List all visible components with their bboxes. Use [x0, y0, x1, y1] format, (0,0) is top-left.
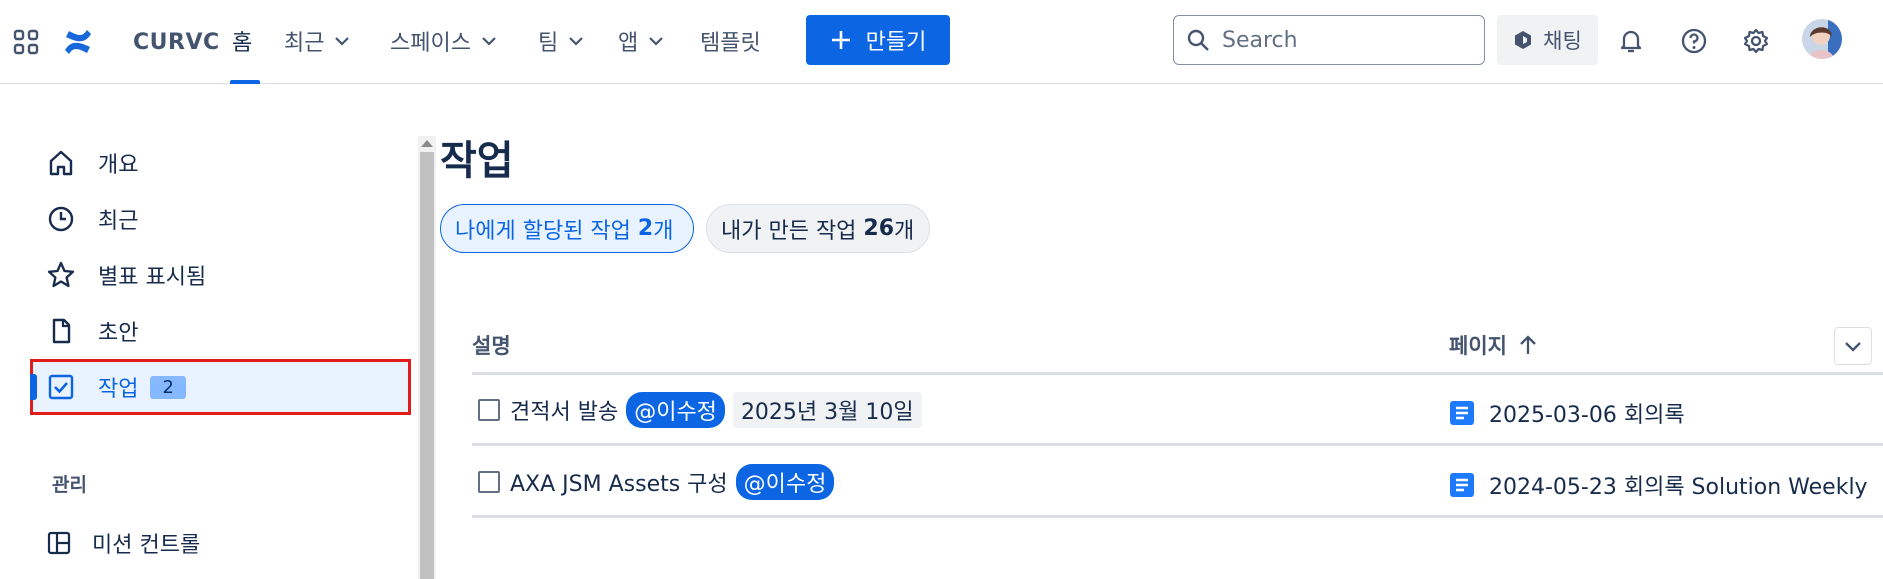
- sidebar-item-label: 개요: [98, 153, 139, 178]
- filter-count: 2: [637, 216, 654, 241]
- sidebar-item-label: 작업: [98, 377, 139, 402]
- sidebar-item-drafts[interactable]: 초안: [46, 308, 138, 354]
- chat-button-label: 채팅: [1543, 29, 1582, 53]
- page-title: 작업: [440, 138, 514, 184]
- nav-teams[interactable]: 팀: [538, 20, 584, 62]
- nav-templates[interactable]: 템플릿: [700, 20, 761, 62]
- clock-icon: [48, 206, 74, 232]
- draft-page-icon: [52, 318, 71, 344]
- top-navigation-bar: CURVC 홈 최근 스페이스 팀 앱 템플릿 만들기 Search 채팅: [0, 0, 1883, 84]
- scroll-up-arrow-icon[interactable]: [421, 140, 433, 147]
- column-options-button[interactable]: [1834, 327, 1872, 365]
- nav-home[interactable]: 홈: [232, 20, 252, 62]
- sidebar-active-indicator: [30, 374, 37, 400]
- sidebar-item-recent[interactable]: 최근: [46, 196, 138, 242]
- chevron-down-icon: [335, 37, 350, 46]
- rovo-icon: [1515, 31, 1532, 49]
- chevron-down-icon: [649, 37, 664, 46]
- nav-recent-label: 최근: [284, 31, 325, 56]
- site-name[interactable]: CURVC: [133, 26, 220, 58]
- filter-label: 내가 만든 작업: [721, 218, 864, 244]
- row-divider: [472, 443, 1883, 446]
- notifications-button[interactable]: [1612, 22, 1650, 60]
- sidebar-item-label: 미션 컨트롤: [92, 533, 201, 558]
- filter-suffix: 개: [653, 218, 674, 244]
- nav-recent[interactable]: 최근: [284, 20, 350, 62]
- chevron-down-icon: [569, 37, 584, 46]
- bell-icon: [1620, 30, 1642, 53]
- search-input[interactable]: [1222, 27, 1472, 53]
- page-link-label: 2024-05-23 회의록 Solution Weekly: [1489, 475, 1868, 500]
- confluence-logo-icon[interactable]: [62, 26, 94, 58]
- nav-spaces[interactable]: 스페이스: [390, 20, 497, 62]
- sidebar-item-label: 초안: [98, 321, 139, 346]
- mention-chip[interactable]: @이수정: [626, 392, 725, 428]
- filter-label: 나에게 할당된 작업: [455, 218, 638, 244]
- create-button-label: 만들기: [865, 30, 927, 55]
- chevron-down-icon: [482, 37, 496, 46]
- page-document-icon: [1450, 473, 1474, 497]
- table-header-divider: [472, 372, 1883, 375]
- nav-spaces-label: 스페이스: [390, 31, 471, 56]
- home-icon: [49, 150, 73, 176]
- search-icon: [1187, 29, 1209, 51]
- task-checkbox-icon: [48, 374, 74, 400]
- sidebar-item-mission-control[interactable]: 미션 컨트롤: [46, 520, 200, 566]
- layout-panel-icon: [47, 531, 71, 555]
- nav-apps-label: 앱: [618, 31, 639, 56]
- task-text: 견적서 발송: [510, 400, 619, 425]
- mention-chip[interactable]: @이수정: [735, 464, 835, 500]
- settings-button[interactable]: [1737, 22, 1775, 60]
- nav-home-label: 홈: [232, 31, 253, 56]
- column-header-page[interactable]: 페이지: [1449, 330, 1539, 360]
- gear-icon: [1743, 28, 1769, 54]
- sidebar-section-title: 관리: [52, 474, 87, 496]
- nav-templates-label: 템플릿: [700, 31, 761, 56]
- scrollbar-thumb[interactable]: [420, 152, 434, 579]
- column-header-description[interactable]: 설명: [472, 330, 511, 360]
- page-link[interactable]: 2024-05-23 회의록 Solution Weekly: [1449, 469, 1868, 501]
- column-header-label: 페이지: [1449, 334, 1507, 358]
- nav-apps[interactable]: 앱: [618, 20, 664, 62]
- search-field[interactable]: [1173, 15, 1485, 65]
- sort-ascending-arrow-icon: [1520, 335, 1536, 354]
- task-count-badge: 2: [150, 375, 186, 399]
- task-checkbox[interactable]: [478, 399, 500, 421]
- row-divider: [472, 515, 1883, 518]
- sidebar-item-overview[interactable]: 개요: [46, 140, 138, 186]
- avatar[interactable]: [1802, 19, 1842, 59]
- plus-icon: [831, 31, 850, 49]
- nav-teams-label: 팀: [538, 31, 559, 56]
- sidebar-item-tasks[interactable]: 작업 2: [46, 364, 186, 410]
- help-icon: [1681, 28, 1707, 54]
- filter-assigned-to-me[interactable]: 나에게 할당된 작업 2 개: [440, 204, 694, 253]
- sidebar-item-label: 최근: [98, 209, 139, 234]
- page-link-label: 2025-03-06 회의록: [1489, 403, 1685, 428]
- chat-button[interactable]: 채팅: [1497, 15, 1598, 65]
- filter-count: 26: [863, 216, 895, 241]
- create-button[interactable]: 만들기: [806, 15, 950, 65]
- help-button[interactable]: [1675, 22, 1713, 60]
- sidebar-item-label: 별표 표시됨: [98, 265, 207, 290]
- page-link[interactable]: 2025-03-06 회의록: [1449, 397, 1685, 429]
- task-text: AXA JSM Assets 구성: [510, 472, 728, 497]
- column-header-label: 설명: [472, 334, 511, 358]
- table-row: AXA JSM Assets 구성 @이수정: [478, 464, 835, 500]
- star-icon: [47, 261, 75, 288]
- apps-grid-icon[interactable]: [12, 28, 40, 56]
- filter-created-by-me[interactable]: 내가 만든 작업 26 개: [706, 204, 930, 253]
- page-document-icon: [1450, 401, 1474, 425]
- due-date-chip[interactable]: 2025년 3월 10일: [732, 392, 922, 428]
- chevron-down-icon: [1845, 342, 1861, 352]
- sidebar-item-starred[interactable]: 별표 표시됨: [46, 252, 206, 298]
- task-checkbox[interactable]: [478, 471, 500, 493]
- nav-active-underline: [230, 80, 260, 84]
- table-row: 견적서 발송 @이수정 2025년 3월 10일: [478, 392, 922, 428]
- filter-suffix: 개: [894, 218, 915, 244]
